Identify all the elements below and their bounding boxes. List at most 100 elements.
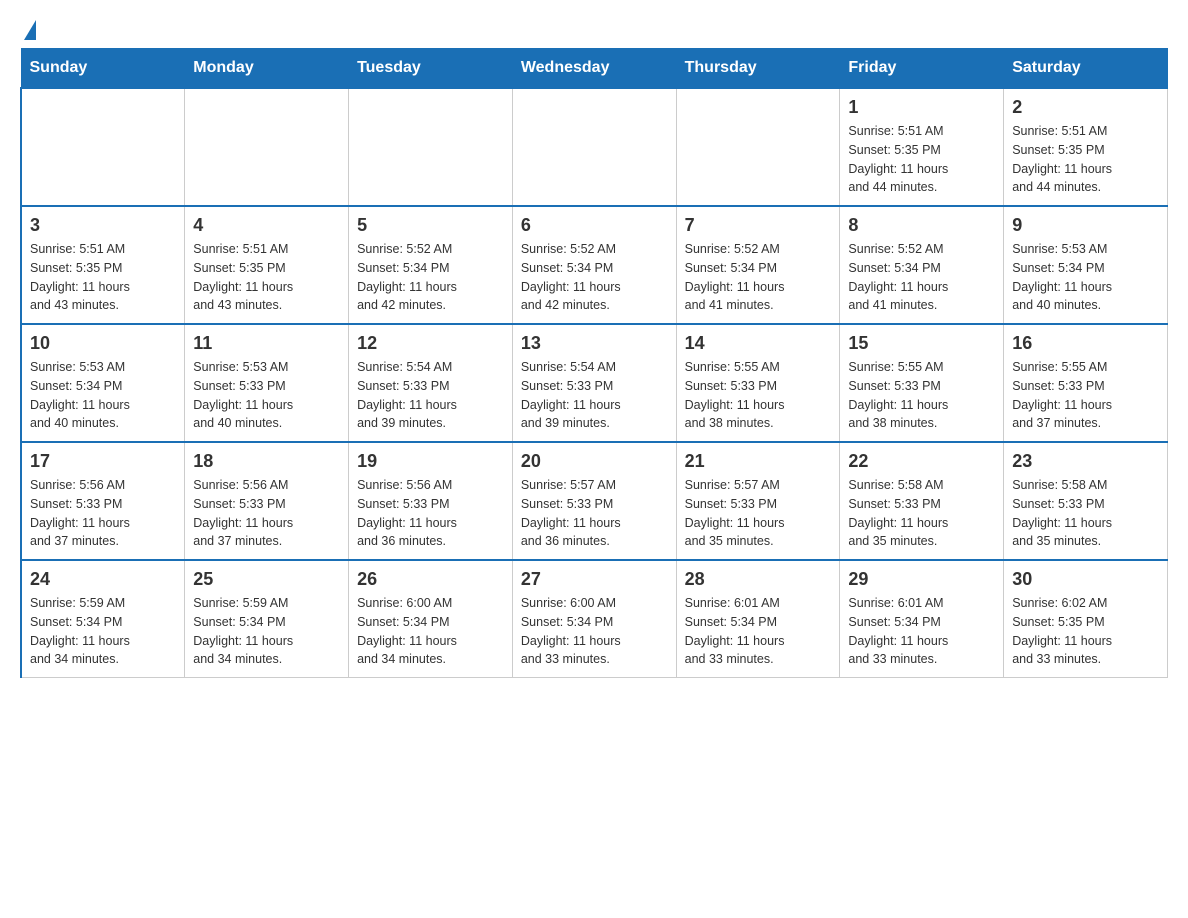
day-info: Sunrise: 5:54 AMSunset: 5:33 PMDaylight:… (357, 358, 504, 433)
day-info: Sunrise: 5:55 AMSunset: 5:33 PMDaylight:… (1012, 358, 1159, 433)
calendar-week-row: 3 Sunrise: 5:51 AMSunset: 5:35 PMDaylight… (21, 206, 1168, 324)
day-number: 21 (685, 451, 832, 472)
day-info: Sunrise: 5:56 AMSunset: 5:33 PMDaylight:… (193, 476, 340, 551)
day-info: Sunrise: 6:01 AMSunset: 5:34 PMDaylight:… (685, 594, 832, 669)
logo (20, 20, 36, 38)
day-info: Sunrise: 5:51 AMSunset: 5:35 PMDaylight:… (848, 122, 995, 197)
day-number: 16 (1012, 333, 1159, 354)
table-row: 25 Sunrise: 5:59 AMSunset: 5:34 PMDayligh… (185, 560, 349, 678)
table-row (349, 88, 513, 206)
table-row: 3 Sunrise: 5:51 AMSunset: 5:35 PMDaylight… (21, 206, 185, 324)
table-row (512, 88, 676, 206)
day-number: 7 (685, 215, 832, 236)
col-thursday: Thursday (676, 49, 840, 89)
col-friday: Friday (840, 49, 1004, 89)
day-number: 10 (30, 333, 176, 354)
day-number: 19 (357, 451, 504, 472)
logo-triangle-icon (24, 20, 36, 40)
table-row: 10 Sunrise: 5:53 AMSunset: 5:34 PMDayligh… (21, 324, 185, 442)
day-info: Sunrise: 5:52 AMSunset: 5:34 PMDaylight:… (357, 240, 504, 315)
day-info: Sunrise: 6:00 AMSunset: 5:34 PMDaylight:… (357, 594, 504, 669)
day-number: 12 (357, 333, 504, 354)
table-row: 30Sunrise: 6:02 AMSunset: 5:35 PMDayligh… (1004, 560, 1168, 678)
table-row: 26 Sunrise: 6:00 AMSunset: 5:34 PMDayligh… (349, 560, 513, 678)
day-info: Sunrise: 5:53 AMSunset: 5:33 PMDaylight:… (193, 358, 340, 433)
day-number: 27 (521, 569, 668, 590)
day-info: Sunrise: 5:56 AMSunset: 5:33 PMDaylight:… (30, 476, 176, 551)
day-number: 13 (521, 333, 668, 354)
day-info: Sunrise: 5:52 AMSunset: 5:34 PMDaylight:… (685, 240, 832, 315)
day-info: Sunrise: 5:55 AMSunset: 5:33 PMDaylight:… (848, 358, 995, 433)
day-number: 29 (848, 569, 995, 590)
calendar-header-row: Sunday Monday Tuesday Wednesday Thursday… (21, 49, 1168, 89)
day-number: 22 (848, 451, 995, 472)
day-number: 3 (30, 215, 176, 236)
table-row: 24 Sunrise: 5:59 AMSunset: 5:34 PMDayligh… (21, 560, 185, 678)
day-info: Sunrise: 5:52 AMSunset: 5:34 PMDaylight:… (521, 240, 668, 315)
table-row (21, 88, 185, 206)
day-info: Sunrise: 5:53 AMSunset: 5:34 PMDaylight:… (1012, 240, 1159, 315)
table-row: 4 Sunrise: 5:51 AMSunset: 5:35 PMDaylight… (185, 206, 349, 324)
table-row (185, 88, 349, 206)
table-row (676, 88, 840, 206)
day-info: Sunrise: 5:51 AMSunset: 5:35 PMDaylight:… (30, 240, 176, 315)
day-number: 20 (521, 451, 668, 472)
col-tuesday: Tuesday (349, 49, 513, 89)
day-number: 23 (1012, 451, 1159, 472)
calendar-week-row: 17 Sunrise: 5:56 AMSunset: 5:33 PMDayligh… (21, 442, 1168, 560)
day-number: 2 (1012, 97, 1159, 118)
table-row: 15 Sunrise: 5:55 AMSunset: 5:33 PMDayligh… (840, 324, 1004, 442)
day-info: Sunrise: 5:51 AMSunset: 5:35 PMDaylight:… (1012, 122, 1159, 197)
calendar-week-row: 1 Sunrise: 5:51 AMSunset: 5:35 PMDaylight… (21, 88, 1168, 206)
table-row: 6 Sunrise: 5:52 AMSunset: 5:34 PMDaylight… (512, 206, 676, 324)
calendar-week-row: 24 Sunrise: 5:59 AMSunset: 5:34 PMDayligh… (21, 560, 1168, 678)
table-row: 12 Sunrise: 5:54 AMSunset: 5:33 PMDayligh… (349, 324, 513, 442)
day-info: Sunrise: 5:56 AMSunset: 5:33 PMDaylight:… (357, 476, 504, 551)
day-info: Sunrise: 6:00 AMSunset: 5:34 PMDaylight:… (521, 594, 668, 669)
day-info: Sunrise: 5:59 AMSunset: 5:34 PMDaylight:… (30, 594, 176, 669)
calendar-table: Sunday Monday Tuesday Wednesday Thursday… (20, 48, 1168, 678)
day-info: Sunrise: 5:58 AMSunset: 5:33 PMDaylight:… (1012, 476, 1159, 551)
table-row: 14Sunrise: 5:55 AMSunset: 5:33 PMDayligh… (676, 324, 840, 442)
col-wednesday: Wednesday (512, 49, 676, 89)
day-number: 1 (848, 97, 995, 118)
day-number: 24 (30, 569, 176, 590)
col-saturday: Saturday (1004, 49, 1168, 89)
table-row: 13 Sunrise: 5:54 AMSunset: 5:33 PMDayligh… (512, 324, 676, 442)
day-number: 9 (1012, 215, 1159, 236)
day-number: 28 (685, 569, 832, 590)
col-monday: Monday (185, 49, 349, 89)
day-info: Sunrise: 5:51 AMSunset: 5:35 PMDaylight:… (193, 240, 340, 315)
day-number: 11 (193, 333, 340, 354)
table-row: 9 Sunrise: 5:53 AMSunset: 5:34 PMDaylight… (1004, 206, 1168, 324)
day-info: Sunrise: 5:53 AMSunset: 5:34 PMDaylight:… (30, 358, 176, 433)
day-info: Sunrise: 5:55 AMSunset: 5:33 PMDaylight:… (685, 358, 832, 433)
table-row: 21 Sunrise: 5:57 AMSunset: 5:33 PMDayligh… (676, 442, 840, 560)
day-info: Sunrise: 5:57 AMSunset: 5:33 PMDaylight:… (521, 476, 668, 551)
table-row: 19 Sunrise: 5:56 AMSunset: 5:33 PMDayligh… (349, 442, 513, 560)
table-row: 28 Sunrise: 6:01 AMSunset: 5:34 PMDayligh… (676, 560, 840, 678)
day-info: Sunrise: 5:59 AMSunset: 5:34 PMDaylight:… (193, 594, 340, 669)
table-row: 16 Sunrise: 5:55 AMSunset: 5:33 PMDayligh… (1004, 324, 1168, 442)
day-info: Sunrise: 5:54 AMSunset: 5:33 PMDaylight:… (521, 358, 668, 433)
day-info: Sunrise: 6:01 AMSunset: 5:34 PMDaylight:… (848, 594, 995, 669)
page-header (20, 20, 1168, 38)
day-info: Sunrise: 5:58 AMSunset: 5:33 PMDaylight:… (848, 476, 995, 551)
day-number: 15 (848, 333, 995, 354)
day-number: 17 (30, 451, 176, 472)
day-info: Sunrise: 5:57 AMSunset: 5:33 PMDaylight:… (685, 476, 832, 551)
table-row: 23 Sunrise: 5:58 AMSunset: 5:33 PMDayligh… (1004, 442, 1168, 560)
table-row: 8Sunrise: 5:52 AMSunset: 5:34 PMDaylight… (840, 206, 1004, 324)
table-row: 2 Sunrise: 5:51 AMSunset: 5:35 PMDaylight… (1004, 88, 1168, 206)
table-row: 29 Sunrise: 6:01 AMSunset: 5:34 PMDayligh… (840, 560, 1004, 678)
day-number: 25 (193, 569, 340, 590)
table-row: 5Sunrise: 5:52 AMSunset: 5:34 PMDaylight… (349, 206, 513, 324)
day-info: Sunrise: 6:02 AMSunset: 5:35 PMDaylight:… (1012, 594, 1159, 669)
table-row: 18Sunrise: 5:56 AMSunset: 5:33 PMDayligh… (185, 442, 349, 560)
day-number: 8 (848, 215, 995, 236)
day-number: 4 (193, 215, 340, 236)
day-number: 6 (521, 215, 668, 236)
table-row: 11 Sunrise: 5:53 AMSunset: 5:33 PMDayligh… (185, 324, 349, 442)
day-number: 26 (357, 569, 504, 590)
col-sunday: Sunday (21, 49, 185, 89)
